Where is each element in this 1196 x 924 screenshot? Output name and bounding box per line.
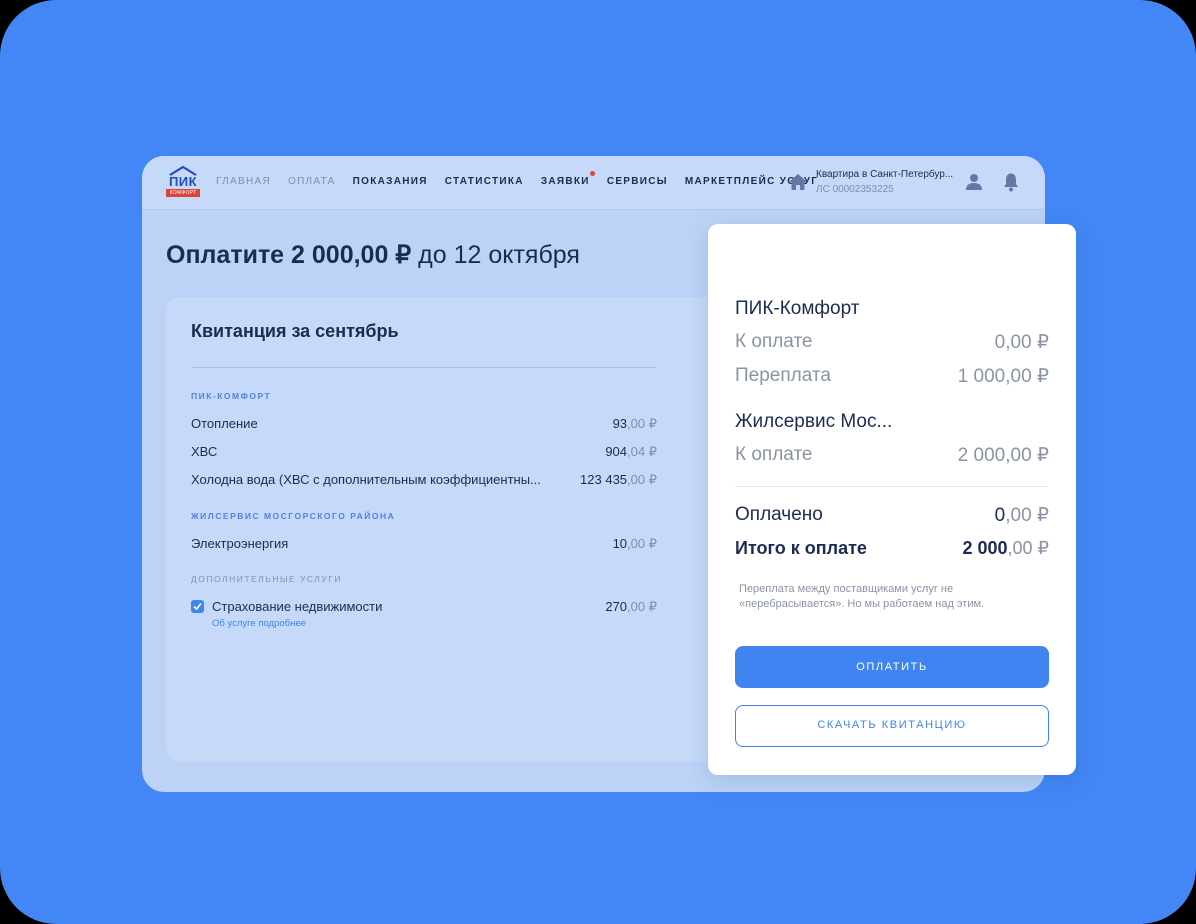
summary-row: К оплате 0,00 ₽ [735, 331, 1049, 355]
row-label: Переплата [735, 365, 831, 386]
item-amount: 270,00 ₽ [605, 599, 657, 615]
amount-int: 123 435 [580, 472, 628, 487]
main-nav: ГЛАВНАЯ ОПЛАТА ПОКАЗАНИЯ СТАТИСТИКА ЗАЯВ… [216, 171, 835, 187]
nav-item-requests[interactable]: ЗАЯВКИ [540, 171, 595, 187]
nav-item-requests-label: ЗАЯВКИ [540, 176, 590, 187]
provider-name: Жилсервис Мос... [735, 411, 893, 432]
amount-frac: ,00 ₽ [627, 472, 657, 487]
paid-label: Оплачено [735, 504, 823, 525]
nav-item-services[interactable]: СЕРВИСЫ [607, 176, 668, 187]
amount-frac: ,00 ₽ [627, 536, 657, 551]
row-value: 2 000,00 ₽ [957, 445, 1049, 466]
apartment-selector[interactable]: Квартира в Санкт-Петербур... ЛС 00002353… [788, 167, 953, 197]
receipt-title: Квитанция за сентябрь [191, 321, 399, 341]
pay-button[interactable]: ОПЛАТИТЬ [735, 646, 1049, 688]
item-name: Холодна вода (ХВС с дополнительным коэфф… [191, 472, 541, 487]
receipt-row: Отопление 93,00 ₽ [191, 416, 657, 434]
apartment-address: Квартира в Санкт-Петербур... [816, 169, 954, 180]
amount-int: 270 [605, 599, 628, 614]
amount-frac: ,04 ₽ [627, 444, 657, 459]
notification-dot [589, 171, 595, 176]
total-value: 2 000,00 ₽ [962, 538, 1049, 559]
nav-item-payment[interactable]: ОПЛАТА [288, 176, 336, 187]
logo-text: ПИК [168, 174, 198, 189]
item-name: Отопление [191, 416, 258, 431]
payment-summary-panel: ПИК-Комфорт К оплате 0,00 ₽ Переплата 1 … [708, 224, 1076, 775]
row-label: К оплате [735, 444, 813, 465]
amount-int: 0 [994, 505, 1006, 526]
divider [735, 486, 1047, 487]
bell-icon[interactable] [1002, 172, 1020, 192]
row-value: 0,00 ₽ [994, 332, 1049, 353]
nav-item-statistics[interactable]: СТАТИСТИКА [445, 176, 524, 187]
section-title: ПИК-КОМФОРТ [191, 391, 272, 401]
receipt-row: Страхование недвижимости 270,00 ₽ [212, 599, 657, 617]
checkmark-icon [193, 602, 202, 611]
amount-int: 10 [612, 536, 628, 551]
person-icon[interactable] [965, 173, 983, 191]
item-amount: 123 435,00 ₽ [580, 472, 657, 488]
amount-frac: ,00 ₽ [1007, 538, 1049, 558]
insurance-checkbox[interactable] [191, 600, 204, 613]
logo-subtext: КОМФОРТ [166, 189, 200, 197]
nav-item-readings[interactable]: ПОКАЗАНИЯ [353, 176, 428, 187]
pik-komfort-logo[interactable]: ПИК КОМФОРТ [166, 166, 200, 198]
item-name: Электроэнергия [191, 536, 289, 551]
paid-row: Оплачено 0,00 ₽ [735, 504, 1049, 528]
home-icon [789, 174, 807, 190]
nav-item-home[interactable]: ГЛАВНАЯ [216, 176, 271, 187]
amount-int: 904 [605, 444, 628, 459]
receipt-row: Холодна вода (ХВС с дополнительным коэфф… [191, 472, 657, 490]
due-date: до 12 октября [418, 241, 580, 269]
account-number: ЛС 00002353225 [816, 184, 894, 195]
amount-int: 2 000 [962, 538, 1008, 558]
service-details-link[interactable]: Об услуге подробнее [212, 618, 306, 629]
total-label: Итого к оплате [735, 538, 867, 558]
summary-row: К оплате 2 000,00 ₽ [735, 444, 1049, 468]
top-navigation-bar: ПИК КОМФОРТ ГЛАВНАЯ ОПЛАТА ПОКАЗАНИЯ СТА… [142, 156, 1045, 210]
item-amount: 904,04 ₽ [605, 444, 657, 460]
divider [191, 367, 656, 368]
page-title: Оплатите 2 000,00 ₽ до 12 октября [166, 240, 580, 270]
background: ПИК КОМФОРТ ГЛАВНАЯ ОПЛАТА ПОКАЗАНИЯ СТА… [0, 0, 1196, 924]
receipt-row: Электроэнергия 10,00 ₽ [191, 536, 657, 554]
receipt-card: Квитанция за сентябрь ПИК-КОМФОРТ Отопле… [166, 297, 746, 762]
provider-name: ПИК-Комфорт [735, 298, 860, 319]
row-label: К оплате [735, 331, 813, 352]
item-amount: 93,00 ₽ [613, 416, 657, 432]
section-title: ЖИЛСЕРВИС МОСГОРСКОГО РАЙОНА [191, 511, 396, 521]
amount-int: 93 [612, 416, 628, 431]
overpayment-note: Переплата между поставщиками услуг не «п… [739, 583, 985, 610]
amount-due: Оплатите 2 000,00 ₽ [166, 241, 412, 269]
amount-frac: ,00 ₽ [1005, 505, 1049, 526]
section-title: ДОПОЛНИТЕЛЬНЫЕ УСЛУГИ [191, 574, 342, 584]
amount-frac: ,00 ₽ [627, 599, 657, 614]
amount-frac: ,00 ₽ [627, 416, 657, 431]
download-receipt-button[interactable]: СКАЧАТЬ КВИТАНЦИЮ [735, 705, 1049, 747]
summary-row: Переплата 1 000,00 ₽ [735, 365, 1049, 389]
paid-value: 0,00 ₽ [995, 504, 1049, 527]
item-name: ХВС [191, 444, 218, 459]
receipt-row: ХВС 904,04 ₽ [191, 444, 657, 462]
item-name: Страхование недвижимости [212, 599, 383, 614]
row-value: 1 000,00 ₽ [957, 366, 1049, 387]
total-row: Итого к оплате 2 000,00 ₽ [735, 538, 1049, 562]
item-amount: 10,00 ₽ [613, 536, 657, 552]
